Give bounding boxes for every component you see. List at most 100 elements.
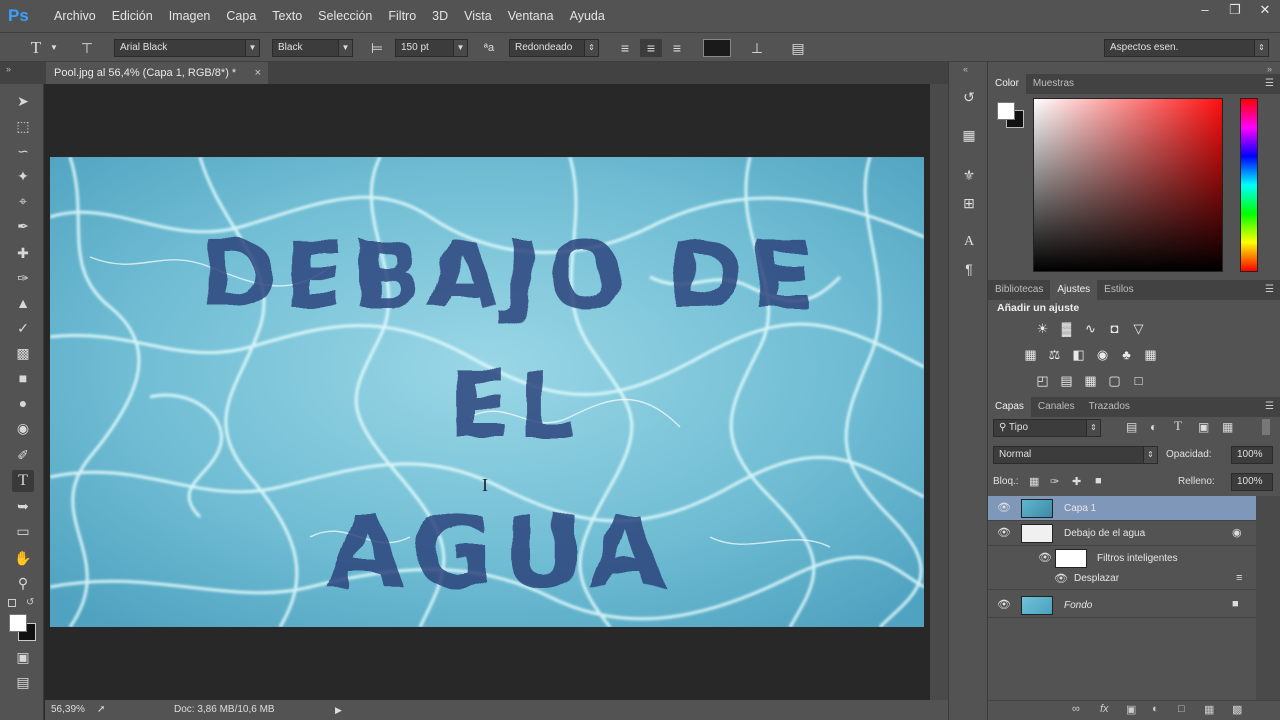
selective-color-icon[interactable]: ▢ xyxy=(1106,373,1123,388)
brush-panel-icon[interactable]: ⚜ xyxy=(958,164,980,186)
zoom-tool-icon[interactable]: ⚲ xyxy=(12,572,34,594)
visibility-eye-icon[interactable]: 👁 xyxy=(997,598,1011,612)
color-balance-icon[interactable]: ⚖ xyxy=(1046,347,1063,362)
text-color-swatch[interactable] xyxy=(703,39,731,57)
gradient-map-icon[interactable]: □ xyxy=(1130,373,1147,388)
brightness-icon[interactable]: ☀ xyxy=(1034,321,1051,336)
posterize-icon[interactable]: ▤ xyxy=(1058,373,1075,388)
fill-input[interactable]: 100% xyxy=(1231,473,1273,491)
type-tool-icon[interactable]: T xyxy=(12,470,34,492)
restore-icon[interactable]: ❐ xyxy=(1220,0,1250,20)
text-orientation-icon[interactable]: ⊤ xyxy=(76,39,98,57)
align-center-icon[interactable]: ≡ xyxy=(640,39,662,57)
close-icon[interactable]: ✕ xyxy=(1250,0,1280,20)
workspace-select[interactable]: Aspectos esen. ⇕ xyxy=(1104,39,1269,57)
minimize-icon[interactable]: – xyxy=(1190,0,1220,20)
warp-text-icon[interactable]: ⊥ xyxy=(746,39,768,57)
menu-ayuda[interactable]: Ayuda xyxy=(562,0,613,32)
quick-mask-icon[interactable]: ▣ xyxy=(12,646,34,668)
color-field[interactable] xyxy=(1033,98,1223,272)
menu-seleccion[interactable]: Selección xyxy=(310,0,380,32)
visibility-eye-icon[interactable]: 👁 xyxy=(997,526,1011,540)
color-fg-swatch[interactable] xyxy=(997,102,1015,120)
exposure-icon[interactable]: ◘ xyxy=(1106,321,1123,336)
layer-name[interactable]: Fondo xyxy=(1064,593,1092,618)
visibility-eye-icon[interactable]: 👁 xyxy=(1038,551,1052,565)
layer-row-capa-1[interactable]: 👁 Capa 1 xyxy=(988,496,1256,521)
type-tool-preset-icon[interactable]: T xyxy=(26,39,46,57)
shape-tool-icon[interactable]: ▭ xyxy=(12,520,34,542)
tab-trazados[interactable]: Trazados xyxy=(1082,397,1137,417)
eyedropper-icon[interactable]: ✒ xyxy=(12,215,34,237)
lock-position-icon[interactable]: ✚ xyxy=(1072,475,1081,488)
history-brush-icon[interactable]: ✓ xyxy=(12,317,34,339)
lock-pixels-icon[interactable]: ✑ xyxy=(1050,475,1059,488)
layer-row-smart-object[interactable]: 👁 Debajo de el agua ◉ xyxy=(988,521,1256,546)
lock-transparency-icon[interactable]: ▦ xyxy=(1029,475,1039,488)
move-tool-icon[interactable]: ➤ xyxy=(12,90,34,112)
font-family-select[interactable]: Arial Black ▼ xyxy=(114,39,260,57)
menu-3d[interactable]: 3D xyxy=(424,0,456,32)
collapse-icon[interactable]: « xyxy=(963,64,968,74)
properties-panel-icon[interactable]: ▦ xyxy=(958,124,980,146)
menu-vista[interactable]: Vista xyxy=(456,0,500,32)
healing-brush-icon[interactable]: ✚ xyxy=(12,242,34,264)
filter-toggle[interactable] xyxy=(1262,419,1270,435)
document-image[interactable]: DEBAJO DE EL AGUA I xyxy=(50,157,924,627)
foreground-color-swatch[interactable] xyxy=(9,614,27,632)
curves-icon[interactable]: ∿ xyxy=(1082,321,1099,336)
tab-color[interactable]: Color xyxy=(988,74,1026,94)
collapse-icon[interactable]: » xyxy=(6,62,11,76)
menu-imagen[interactable]: Imagen xyxy=(161,0,219,32)
filter-options-icon[interactable]: ≡ xyxy=(1236,572,1242,584)
align-right-icon[interactable]: ≡ xyxy=(666,39,688,57)
hue-saturation-icon[interactable]: ▦ xyxy=(1022,347,1039,362)
filter-pixel-icon[interactable]: ▤ xyxy=(1126,420,1137,434)
menu-archivo[interactable]: Archivo xyxy=(46,0,104,32)
pen-tool-icon[interactable]: ✐ xyxy=(12,444,34,466)
filter-smart-object-icon[interactable]: ▦ xyxy=(1222,420,1233,434)
visibility-eye-icon[interactable]: 👁 xyxy=(997,501,1011,515)
swap-colors-icon[interactable]: ↺ xyxy=(26,597,34,608)
opacity-input[interactable]: 100% xyxy=(1231,446,1273,464)
tab-muestras[interactable]: Muestras xyxy=(1026,74,1081,94)
fx-icon[interactable]: fx xyxy=(1100,703,1109,715)
tab-canales[interactable]: Canales xyxy=(1031,397,1082,417)
hand-tool-icon[interactable]: ✋ xyxy=(12,547,34,569)
font-size-select[interactable]: 150 pt ▼ xyxy=(395,39,468,57)
new-group-icon[interactable]: □ xyxy=(1178,703,1185,715)
zoom-level[interactable]: 56,39% xyxy=(51,700,85,720)
visibility-eye-icon[interactable]: 👁 xyxy=(1054,572,1068,586)
invert-icon[interactable]: ◰ xyxy=(1034,373,1051,388)
adjustments-panel-icon[interactable]: ⊞ xyxy=(958,192,980,214)
layers-scrollbar[interactable] xyxy=(1256,496,1280,706)
tab-bibliotecas[interactable]: Bibliotecas xyxy=(988,280,1050,300)
dodge-tool-icon[interactable]: ◉ xyxy=(12,417,34,439)
collapse-icon[interactable]: » xyxy=(1267,64,1272,74)
filter-adjustment-icon[interactable]: ◐ xyxy=(1150,420,1157,434)
brush-tool-icon[interactable]: ✑ xyxy=(12,267,34,289)
color-lookup-icon[interactable]: ▦ xyxy=(1142,347,1159,362)
lock-all-icon[interactable]: ■ xyxy=(1095,475,1102,487)
filter-type-icon[interactable]: T xyxy=(1174,418,1182,434)
menu-ventana[interactable]: Ventana xyxy=(500,0,562,32)
blur-tool-icon[interactable]: ● xyxy=(12,392,34,414)
vertical-scrollbar[interactable] xyxy=(930,84,948,700)
threshold-icon[interactable]: ▦ xyxy=(1082,373,1099,388)
panel-menu-icon[interactable]: ☰ xyxy=(1265,397,1274,417)
character-panel-icon[interactable]: A xyxy=(958,231,980,253)
document-tab[interactable]: Pool.jpg al 56,4% (Capa 1, RGB/8*) * × xyxy=(46,62,268,84)
marquee-tool-icon[interactable]: ⬚ xyxy=(12,115,34,137)
gradient-tool-icon[interactable]: ■ xyxy=(12,367,34,389)
link-layers-icon[interactable]: ∞ xyxy=(1072,703,1080,715)
layer-name[interactable]: Debajo de el agua xyxy=(1064,521,1145,546)
panel-menu-icon[interactable]: ☰ xyxy=(1265,280,1274,300)
menu-filtro[interactable]: Filtro xyxy=(380,0,424,32)
history-panel-icon[interactable]: ↺ xyxy=(958,86,980,108)
smart-filter-icon[interactable]: ◉ xyxy=(1232,526,1242,539)
align-left-icon[interactable]: ≡ xyxy=(614,39,636,57)
tab-ajustes[interactable]: Ajustes xyxy=(1050,280,1098,300)
status-menu-icon[interactable]: ▶ xyxy=(335,700,342,720)
layer-filter-select[interactable]: ⚲ Tipo ⇕ xyxy=(993,419,1101,437)
tab-estilos[interactable]: Estilos xyxy=(1097,280,1140,300)
